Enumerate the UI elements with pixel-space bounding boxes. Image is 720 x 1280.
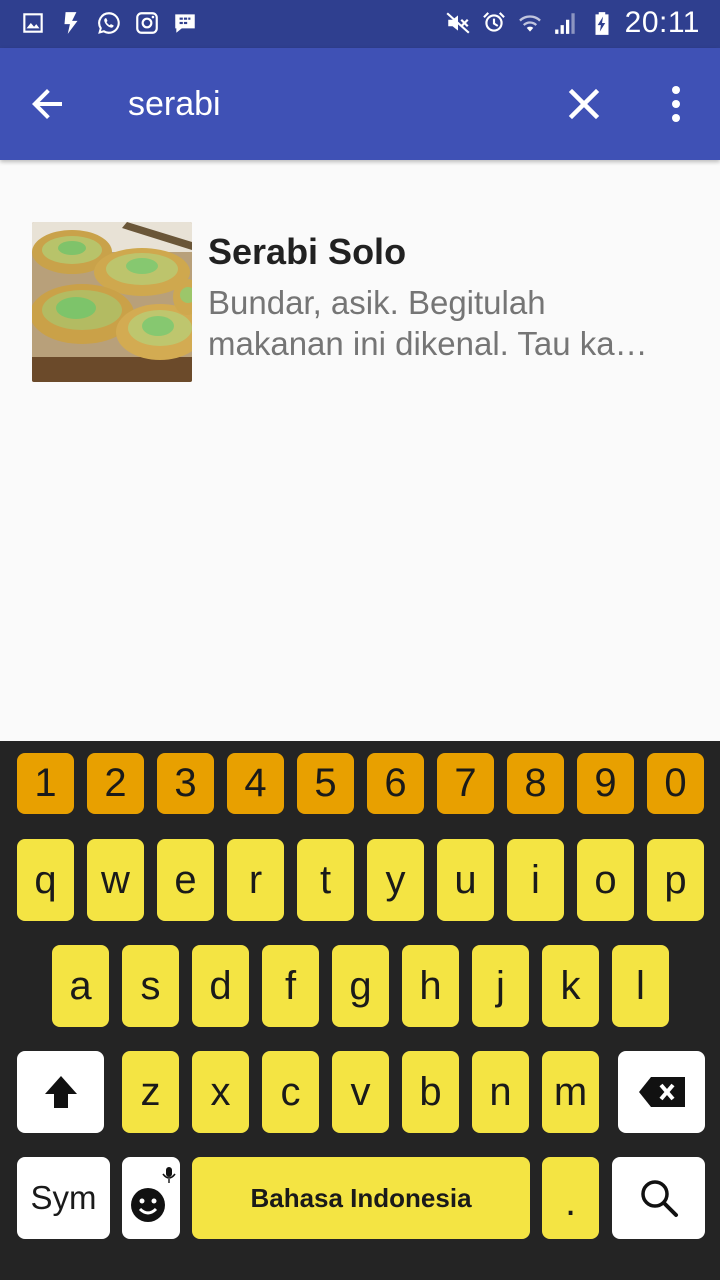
key-z[interactable]: z: [122, 1051, 179, 1133]
arrow-back-icon[interactable]: [24, 80, 72, 128]
key-q[interactable]: q: [17, 839, 74, 921]
key-s[interactable]: s: [122, 945, 179, 1027]
key-c[interactable]: c: [262, 1051, 319, 1133]
status-left-icons: [20, 8, 198, 38]
key-t[interactable]: t: [297, 839, 354, 921]
shift-key[interactable]: [17, 1051, 104, 1133]
key-0[interactable]: 0: [647, 753, 704, 814]
key-y[interactable]: y: [367, 839, 424, 921]
key-g[interactable]: g: [332, 945, 389, 1027]
search-input[interactable]: serabi: [128, 84, 221, 124]
key-p[interactable]: p: [647, 839, 704, 921]
serabi-food-image: [32, 222, 192, 382]
flash-icon: [58, 8, 84, 38]
backspace-key[interactable]: [618, 1051, 705, 1133]
key-d[interactable]: d: [192, 945, 249, 1027]
key-r[interactable]: r: [227, 839, 284, 921]
instagram-icon: [134, 8, 160, 38]
close-icon[interactable]: [560, 80, 608, 128]
key-e[interactable]: e: [157, 839, 214, 921]
list-item[interactable]: Serabi Solo Bundar, asik. Begitulah maka…: [0, 200, 720, 400]
mute-icon: [445, 8, 471, 38]
more-vert-icon[interactable]: [652, 80, 700, 128]
key-o[interactable]: o: [577, 839, 634, 921]
key-2[interactable]: 2: [87, 753, 144, 814]
key-8[interactable]: 8: [507, 753, 564, 814]
status-right-icons: 20:11: [445, 8, 700, 38]
result-title: Serabi Solo: [208, 231, 407, 272]
result-description: Bundar, asik. Begitulah makanan ini dike…: [208, 284, 648, 362]
key-7[interactable]: 7: [437, 753, 494, 814]
key-x[interactable]: x: [192, 1051, 249, 1133]
soft-keyboard: 1 2 3 4 5 6 7 8 9 0 q w e r t y u i o p …: [0, 741, 720, 1280]
key-9[interactable]: 9: [577, 753, 634, 814]
key-3[interactable]: 3: [157, 753, 214, 814]
key-w[interactable]: w: [87, 839, 144, 921]
backspace-icon: [638, 1077, 685, 1107]
status-time: 20:11: [624, 6, 700, 39]
key-1[interactable]: 1: [17, 753, 74, 814]
alarm-icon: [481, 8, 507, 38]
key-i[interactable]: i: [507, 839, 564, 921]
period-key[interactable]: .: [542, 1157, 599, 1239]
key-f[interactable]: f: [262, 945, 319, 1027]
key-5[interactable]: 5: [297, 753, 354, 814]
sym-key[interactable]: Sym: [17, 1157, 110, 1239]
screen: { "status_bar": { "time": "20:11", "left…: [0, 0, 720, 1280]
battery-charging-icon: [589, 8, 615, 38]
wifi-icon: [517, 8, 543, 38]
gallery-icon: [20, 8, 46, 38]
key-j[interactable]: j: [472, 945, 529, 1027]
key-l[interactable]: l: [612, 945, 669, 1027]
emoji-mic-icon: [131, 1167, 176, 1222]
key-k[interactable]: k: [542, 945, 599, 1027]
key-4[interactable]: 4: [227, 753, 284, 814]
key-b[interactable]: b: [402, 1051, 459, 1133]
emoji-key[interactable]: [122, 1157, 180, 1239]
search-key[interactable]: [612, 1157, 705, 1239]
key-v[interactable]: v: [332, 1051, 389, 1133]
shift-icon: [44, 1076, 77, 1108]
search-icon: [640, 1180, 678, 1217]
key-a[interactable]: a: [52, 945, 109, 1027]
key-m[interactable]: m: [542, 1051, 599, 1133]
key-h[interactable]: h: [402, 945, 459, 1027]
status-bar: 20:11: [0, 0, 720, 48]
key-6[interactable]: 6: [367, 753, 424, 814]
key-n[interactable]: n: [472, 1051, 529, 1133]
key-u[interactable]: u: [437, 839, 494, 921]
search-app-bar: serabi: [0, 48, 720, 160]
signal-icon: [553, 8, 579, 38]
space-key[interactable]: Bahasa Indonesia: [192, 1157, 530, 1239]
bbm-icon: [172, 8, 198, 38]
whatsapp-icon: [96, 8, 122, 38]
